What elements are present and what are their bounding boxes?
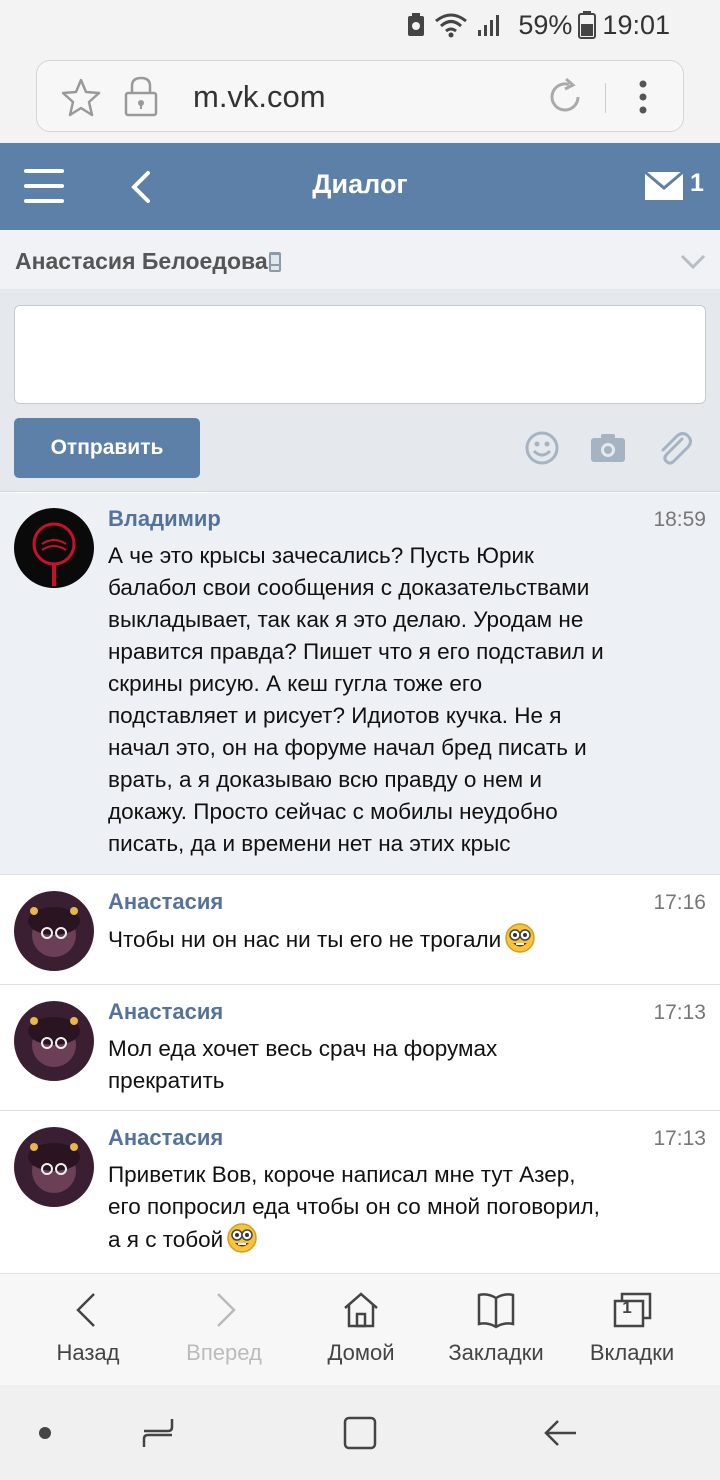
home-nav-icon[interactable] bbox=[340, 1413, 380, 1453]
back-label: Назад bbox=[56, 1340, 120, 1365]
paperclip-icon[interactable] bbox=[656, 430, 692, 466]
forward-button[interactable]: Вперед bbox=[152, 1274, 296, 1386]
message-line: нравится правда? Пишет что я его подстав… bbox=[108, 639, 604, 664]
tabs-label: Вкладки bbox=[589, 1340, 675, 1365]
message-author[interactable]: Анастасия bbox=[108, 1125, 223, 1151]
tabs-button[interactable]: 1 Вкладки bbox=[560, 1274, 704, 1386]
nav-dot-icon[interactable] bbox=[39, 1427, 51, 1439]
page-title: Диалог bbox=[312, 169, 408, 199]
message-text: Приветик Вов, короче написал мне тут Азе… bbox=[108, 1159, 668, 1256]
clock: 19:01 bbox=[602, 9, 670, 40]
message-line: скрины рисую. А кеш гугла тоже его bbox=[108, 671, 483, 696]
message-line: Приветик Вов, короче написал мне тут Азе… bbox=[108, 1162, 576, 1187]
signal-icon bbox=[478, 15, 500, 36]
chevron-down-icon[interactable] bbox=[680, 254, 706, 270]
browser-toolbar: m.vk.com bbox=[0, 50, 720, 143]
message-time: 17:16 bbox=[653, 891, 706, 914]
message-line: докажу. Просто сейчас с мобилы неудобно bbox=[108, 799, 558, 824]
nerd-face-emoji bbox=[227, 1223, 257, 1253]
message-line: начал это, он на форуме начал бред писат… bbox=[108, 735, 587, 760]
mail-count-badge[interactable]: 1 bbox=[690, 169, 704, 198]
compose-area: Отправить bbox=[0, 290, 720, 492]
message-author[interactable]: Анастасия bbox=[108, 999, 223, 1025]
avatar[interactable] bbox=[14, 1127, 94, 1207]
message-line: писать, да и времени нет на этих крыс bbox=[108, 831, 511, 856]
tabs-count: 1 bbox=[622, 1298, 632, 1317]
message-line: Чтобы ни он нас ни ты его не трогали bbox=[108, 927, 502, 952]
message-line: его попросил еда чтобы он со мной погово… bbox=[108, 1194, 600, 1219]
lock-icon bbox=[124, 76, 158, 117]
smile-icon[interactable] bbox=[524, 430, 560, 466]
status-bar: 59% 19:01 bbox=[0, 0, 720, 50]
message-time: 18:59 bbox=[653, 508, 706, 531]
home-button[interactable]: Домой bbox=[289, 1274, 433, 1386]
message-line: балабол свои сообщения с доказательствам… bbox=[108, 575, 590, 600]
avatar[interactable] bbox=[14, 891, 94, 971]
message-author[interactable]: Анастасия bbox=[108, 889, 223, 915]
back-nav-icon[interactable] bbox=[540, 1413, 580, 1453]
chevron-right-icon bbox=[217, 1293, 236, 1327]
dialog-header[interactable]: Анастасия Белоедова bbox=[0, 230, 720, 290]
battery-percent: 59% bbox=[518, 9, 573, 40]
recent-apps-icon[interactable] bbox=[138, 1413, 178, 1453]
message-author[interactable]: Владимир bbox=[108, 506, 221, 532]
message-time: 17:13 bbox=[653, 1001, 706, 1024]
data-saver-icon bbox=[408, 13, 425, 36]
message-line: подставляет и рисует? Идиотов кучка. Не … bbox=[108, 703, 562, 728]
home-icon bbox=[344, 1292, 378, 1328]
message-time: 17:13 bbox=[653, 1127, 706, 1150]
wifi-icon bbox=[435, 13, 468, 38]
avatar[interactable] bbox=[14, 1001, 94, 1081]
chevron-left-icon bbox=[76, 1293, 95, 1327]
message-line-with-emoji: а я с тобой bbox=[108, 1223, 668, 1256]
nerd-face-emoji bbox=[505, 923, 535, 953]
message-line: А че это крысы зачесались? Пусть Юрик bbox=[108, 543, 534, 568]
battery-icon bbox=[578, 11, 597, 39]
mail-icon[interactable] bbox=[644, 171, 684, 201]
address-bar[interactable]: m.vk.com bbox=[36, 60, 684, 132]
contact-name[interactable]: Анастасия Белоедова bbox=[15, 248, 268, 275]
star-icon[interactable] bbox=[61, 77, 101, 117]
avatar[interactable] bbox=[14, 508, 94, 588]
bookmarks-label: Закладки bbox=[448, 1340, 544, 1365]
message-line: врать, а я доказываю всю правду о нем и bbox=[108, 767, 542, 792]
message-line: прекратить bbox=[108, 1068, 225, 1093]
reload-icon[interactable] bbox=[545, 77, 585, 117]
address-divider bbox=[605, 83, 606, 113]
mobile-icon bbox=[269, 252, 281, 272]
message-item[interactable]: Анастасия 17:16 Чтобы ни он нас ни ты ег… bbox=[0, 876, 720, 985]
more-menu-icon[interactable] bbox=[633, 79, 653, 115]
browser-bottom-bar: Назад Вперед Домой Закладки 1 Вкладки bbox=[0, 1273, 720, 1385]
message-line: выкладывает, так как я это делаю. Уродам… bbox=[108, 607, 584, 632]
message-item[interactable]: Владимир 18:59 А че это крысы зачесались… bbox=[0, 493, 720, 875]
bookmarks-button[interactable]: Закладки bbox=[424, 1274, 568, 1386]
forward-label: Вперед bbox=[186, 1340, 262, 1365]
message-item[interactable]: Анастасия 17:13 Мол еда хочет весь срач … bbox=[0, 986, 720, 1111]
send-button[interactable]: Отправить bbox=[14, 418, 200, 478]
message-input[interactable] bbox=[14, 305, 706, 404]
vk-header: Диалог 1 bbox=[0, 143, 720, 230]
url-text[interactable]: m.vk.com bbox=[193, 79, 326, 115]
home-label: Домой bbox=[327, 1340, 395, 1365]
message-text: А че это крысы зачесались? Пусть Юрик ба… bbox=[108, 540, 668, 860]
bookmarks-icon bbox=[477, 1293, 515, 1329]
message-line: а я с тобой bbox=[108, 1227, 224, 1252]
camera-icon[interactable] bbox=[590, 430, 626, 466]
message-text: Мол еда хочет весь срач на форумах прекр… bbox=[108, 1033, 668, 1097]
back-button[interactable]: Назад bbox=[16, 1274, 160, 1386]
system-nav-bar bbox=[0, 1385, 720, 1480]
message-text: Чтобы ни он нас ни ты его не трогали bbox=[108, 923, 668, 956]
message-item[interactable]: Анастасия 17:13 Приветик Вов, короче нап… bbox=[0, 1112, 720, 1272]
message-line: Мол еда хочет весь срач на форумах bbox=[108, 1036, 498, 1061]
